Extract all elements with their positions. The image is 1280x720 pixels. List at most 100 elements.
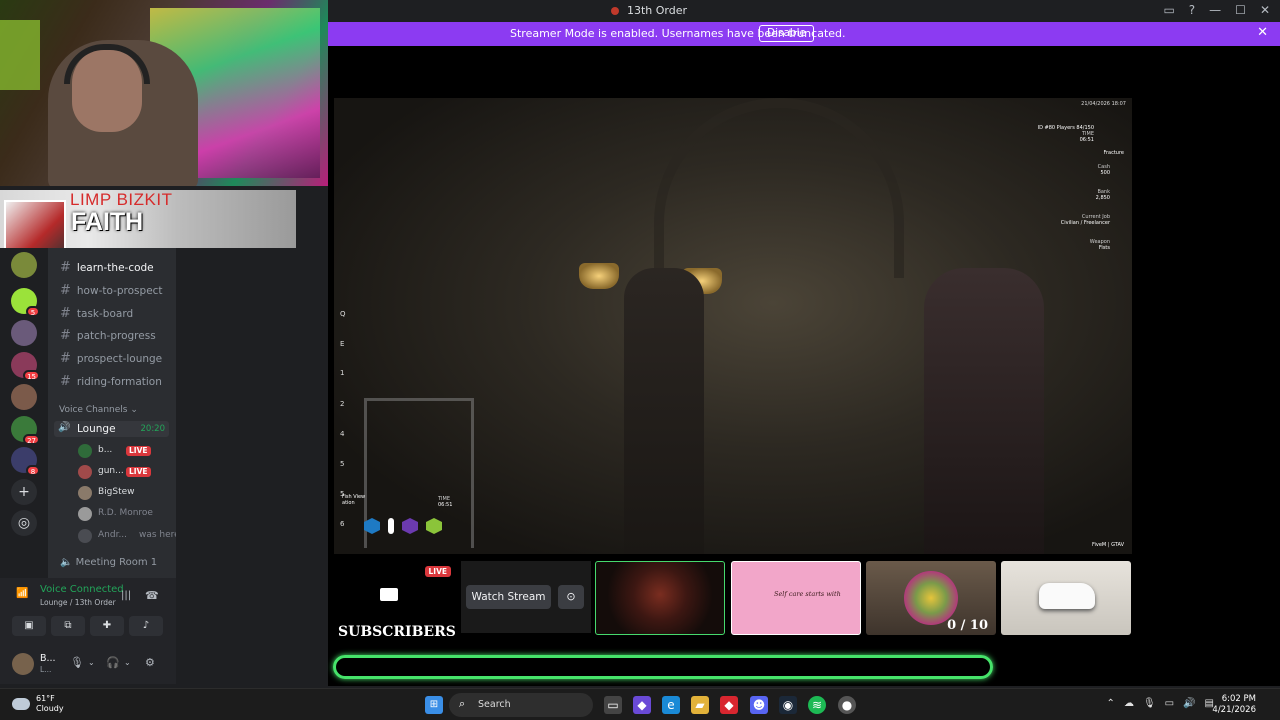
voice-user[interactable]: R.D. Monroe [78, 506, 170, 522]
chevron-down-icon[interactable]: ⌄ [124, 658, 131, 667]
participant-tile[interactable]: Self care starts with [731, 561, 861, 635]
hash-icon: # [60, 328, 71, 343]
avatar [78, 465, 92, 479]
minimize-button[interactable]: — [1209, 3, 1221, 17]
avatar [78, 507, 92, 521]
participant-tile[interactable] [1001, 561, 1131, 635]
goal-counter: 0 / 10 [947, 618, 988, 633]
channel-patch-progress[interactable]: # patch-progress [60, 328, 156, 343]
speaker-icon: 🔊 [58, 422, 71, 433]
chevron-down-icon[interactable]: ⌄ [88, 658, 95, 667]
game-view[interactable]: 21/04/2026 18:07 ID #80 Players 84/150 TI… [334, 98, 1132, 554]
lounge-name: Lounge [77, 423, 116, 435]
windows-taskbar: 61°F Cloudy ⊞ ⌕ Search ▭ ◆ e ▰ ◆ ☻ ◉ ≋ ● … [0, 688, 1280, 720]
discover-icon[interactable]: ◎ [11, 510, 37, 536]
soundboard-button[interactable]: ♪ [129, 616, 163, 636]
channel-task-board[interactable]: # task-board [60, 306, 133, 321]
microphone-icon[interactable]: 🎙 [1143, 698, 1156, 709]
disconnect-icon[interactable]: ☎ [145, 589, 159, 602]
server-icon-3[interactable] [11, 320, 37, 346]
disable-button[interactable]: Disable [759, 25, 814, 42]
camera-off-button[interactable]: ▣ [12, 616, 46, 636]
close-button[interactable]: ✕ [1260, 3, 1270, 17]
device-icon[interactable]: ▭ [1165, 698, 1174, 709]
chevron-up-icon[interactable]: ⌃ [1107, 698, 1115, 709]
participant-tile[interactable]: 0 / 10 [866, 561, 996, 635]
server-icon-1[interactable] [11, 252, 37, 278]
steam-icon[interactable]: ◉ [779, 696, 797, 714]
popout-icon[interactable]: ⊙ [558, 585, 584, 609]
status-icons [364, 518, 442, 534]
participant-tile[interactable] [595, 561, 725, 635]
chevron-down-icon: ⌄ [130, 405, 138, 415]
activities-button[interactable]: ✚ [90, 616, 124, 636]
voice-user[interactable]: gun... LIVE [78, 464, 170, 480]
volume-icon[interactable]: 🔊 [1183, 698, 1195, 709]
server-icon-6[interactable]: 27 [11, 416, 40, 445]
screen-share-button[interactable]: ⧉ [51, 616, 85, 636]
app-icon[interactable]: ● [838, 696, 856, 714]
car-image [1039, 583, 1095, 609]
server-icon-5[interactable] [11, 384, 37, 410]
watch-stream-button[interactable]: Watch Stream [466, 585, 551, 609]
streamer-mode-banner: Streamer Mode is enabled. Usernames have… [328, 22, 1280, 46]
voice-user[interactable]: Andr... was here [78, 528, 176, 544]
username: B... [40, 653, 56, 664]
hash-icon: # [60, 260, 71, 275]
channel-prospect-lounge[interactable]: # prospect-lounge [60, 351, 162, 366]
help-icon[interactable]: ? [1189, 3, 1195, 17]
start-icon[interactable]: ⊞ [425, 696, 443, 714]
edge-icon[interactable]: e [662, 696, 680, 714]
settings-gear-icon[interactable]: ⚙ [145, 656, 155, 669]
server-icon-4[interactable]: 15 [11, 352, 40, 381]
noise-suppression-icon[interactable]: ||| [121, 590, 131, 601]
hud-bank: Bank 2,850 [1095, 189, 1110, 201]
wall-art [0, 20, 40, 90]
cloud-icon[interactable]: ☁ [1124, 698, 1134, 709]
server-icon-2[interactable]: 5 [11, 288, 40, 317]
scene-arch [654, 98, 904, 278]
weather-temp: 61°F [36, 694, 55, 703]
channel-riding-formation[interactable]: # riding-formation [60, 374, 162, 389]
maximize-button[interactable]: ☐ [1235, 3, 1246, 17]
server-icon-7[interactable]: 8 [11, 447, 40, 476]
clock-date: 4/21/2026 [1212, 705, 1256, 715]
task-view-icon[interactable]: ▭ [604, 696, 622, 714]
voice-user[interactable]: b... LIVE [78, 443, 170, 459]
voice-channel-meeting-room[interactable]: 🔈 Meeting Room 1 [60, 557, 157, 568]
game-watermark: FiveM | GTAV [1092, 542, 1124, 548]
subscriber-goal-bar [333, 655, 993, 679]
banner-close-icon[interactable]: ✕ [1257, 25, 1268, 40]
monitor-icon [380, 588, 398, 601]
add-server-icon[interactable]: + [11, 479, 37, 505]
stamina-icon [402, 518, 418, 534]
avatar[interactable] [12, 653, 34, 675]
tile-caption: Self care starts with [774, 590, 841, 598]
cloud-icon [12, 698, 30, 710]
hash-icon: # [60, 306, 71, 321]
file-explorer-icon[interactable]: ▰ [691, 696, 709, 714]
clock[interactable]: 6:02 PM 4/21/2026 [1212, 694, 1256, 716]
copilot-icon[interactable]: ◆ [633, 696, 651, 714]
weather-widget[interactable]: 61°F Cloudy [12, 694, 64, 714]
hud-date: 21/04/2026 18:07 [1081, 101, 1126, 107]
stream-preview-tile[interactable]: LIVE [335, 561, 455, 633]
headphones-icon[interactable]: 🎧 [106, 656, 120, 669]
voice-channels-header[interactable]: Voice Channels ⌄ [59, 405, 138, 415]
lamp-glow [579, 263, 619, 289]
now-playing-widget: LIMP BIZKIT FAITH [0, 190, 296, 262]
discord-icon[interactable]: ☻ [750, 696, 768, 714]
voice-channel-lounge[interactable]: 🔊 Lounge 20:20 [54, 421, 169, 437]
microphone-icon[interactable]: 🎙 [70, 656, 84, 669]
hud-job: Current Job Civilian / Freelancer [1060, 214, 1110, 226]
spotify-icon[interactable]: ≋ [808, 696, 826, 714]
app-icon[interactable]: ◆ [720, 696, 738, 714]
channel-how-to-prospect[interactable]: # how-to-prospect [60, 283, 163, 298]
hash-icon: # [60, 374, 71, 389]
inbox-icon[interactable]: ▭ [1163, 3, 1174, 17]
subscribers-label: SUBSCRIBERS [338, 624, 456, 640]
channel-learn-the-code[interactable]: # learn-the-code [60, 260, 154, 275]
user-panel: B... L... 🎙 ⌄ 🎧 ⌄ ⚙ [0, 646, 176, 684]
taskbar-search[interactable]: ⌕ Search [449, 693, 593, 717]
voice-user[interactable]: BigStew [78, 485, 170, 501]
